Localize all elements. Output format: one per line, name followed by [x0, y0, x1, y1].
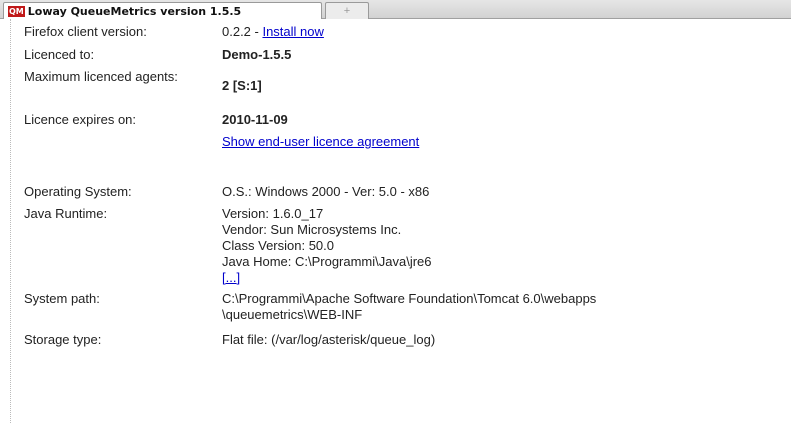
system-path-line-2: \queuemetrics\WEB-INF	[222, 307, 363, 322]
max-agents-text: 2 [S:1]	[222, 78, 262, 93]
licence-expires-text: 2010-11-09	[222, 112, 288, 127]
install-now-link[interactable]: Install now	[262, 24, 323, 39]
tab-title: Loway QueueMetrics version 1.5.5	[27, 4, 242, 18]
java-vendor: Vendor: Sun Microsystems Inc.	[222, 222, 402, 237]
storage-type-label: Storage type:	[24, 332, 102, 347]
max-agents-label: Maximum licenced agents:	[24, 69, 178, 84]
system-path-value: C:\Programmi\Apache Software Foundation\…	[222, 291, 782, 323]
operating-system-value: O.S.: Windows 2000 - Ver: 5.0 - x86	[222, 184, 430, 199]
new-tab-button[interactable]: +	[325, 2, 369, 19]
java-runtime-value: Version: 1.6.0_17 Vendor: Sun Microsyste…	[222, 206, 782, 286]
system-path-line-1: C:\Programmi\Apache Software Foundation\…	[222, 291, 597, 306]
max-agents-value: 2 [S:1]	[222, 78, 782, 94]
licenced-to-text: Demo-1.5.5	[222, 47, 292, 62]
licenced-to-value: Demo-1.5.5	[222, 47, 782, 63]
java-runtime-label: Java Runtime:	[24, 206, 108, 221]
firefox-version-text: 0.2.2 -	[222, 24, 263, 39]
licence-expires-label: Licence expires on:	[24, 112, 137, 127]
storage-type-value: Flat file: (/var/log/asterisk/queue_log)	[222, 332, 436, 347]
java-more-link[interactable]: [...]	[222, 270, 240, 285]
tab-queuemetrics[interactable]: QM Loway QueueMetrics version 1.5.5	[3, 2, 322, 19]
queuemetrics-logo-icon: QM	[8, 5, 25, 17]
plus-icon: +	[343, 5, 351, 17]
tab-bar: QM Loway QueueMetrics version 1.5.5 +	[0, 0, 791, 19]
eula-value: Show end-user licence agreement	[222, 134, 782, 150]
java-version: Version: 1.6.0_17	[222, 206, 324, 221]
firefox-version-label: Firefox client version:	[24, 24, 147, 39]
left-divider	[10, 19, 11, 423]
java-home: Java Home: C:\Programmi\Java\jre6	[222, 254, 432, 269]
firefox-version-value: 0.2.2 - Install now	[222, 24, 782, 40]
java-class-version: Class Version: 50.0	[222, 238, 335, 253]
eula-link[interactable]: Show end-user licence agreement	[222, 134, 419, 149]
system-path-label: System path:	[24, 291, 100, 306]
licence-expires-value: 2010-11-09	[222, 112, 782, 128]
licenced-to-label: Licenced to:	[24, 47, 95, 62]
operating-system-label: Operating System:	[24, 184, 132, 199]
